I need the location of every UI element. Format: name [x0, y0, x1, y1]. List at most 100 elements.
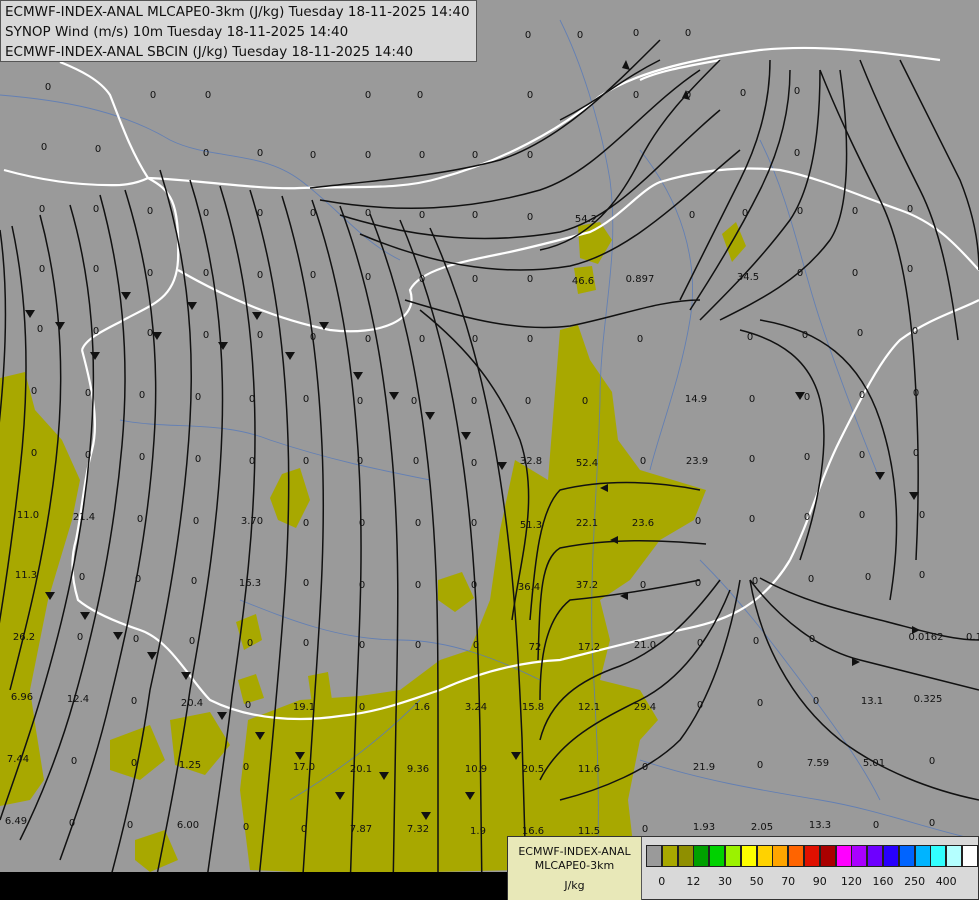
legend-tick-label: 30	[718, 875, 732, 888]
map-value: 0	[577, 30, 583, 41]
map-value: 0	[637, 334, 643, 345]
map-value: 0	[859, 510, 865, 521]
map-value: 0	[740, 88, 746, 99]
map-value: 37.2	[576, 580, 598, 591]
title-box: ECMWF-INDEX-ANAL MLCAPE0-3km (J/kg) Tues…	[0, 0, 477, 62]
map-value: 0	[804, 512, 810, 523]
map-value: 0	[808, 574, 814, 585]
map-value: 11.0	[17, 510, 39, 521]
map-value: 7.87	[350, 824, 372, 835]
map-value: 12.4	[67, 694, 89, 705]
map-value: 15.8	[522, 702, 544, 713]
map-value: 0	[365, 150, 371, 161]
map-value: 7.44	[7, 754, 29, 765]
map-value: 0	[852, 206, 858, 217]
map-value: 0	[205, 90, 211, 101]
legend-swatch	[898, 845, 915, 867]
map-value: 0	[685, 28, 691, 39]
map-value: 0	[471, 518, 477, 529]
map-value: 0	[203, 330, 209, 341]
map-value: 0	[203, 268, 209, 279]
map-value: 0	[411, 396, 417, 407]
map-value: 54.2	[575, 214, 597, 225]
map-value: 0	[41, 142, 47, 153]
map-value: 9.36	[407, 764, 429, 775]
legend-swatch	[788, 845, 805, 867]
map-value: 1.93	[693, 822, 715, 833]
legend-swatch	[851, 845, 868, 867]
map-value: 0	[689, 210, 695, 221]
map-value: 0	[685, 90, 691, 101]
cape-area-corner	[135, 830, 178, 872]
legend-swatch	[756, 845, 773, 867]
map-value: 0	[419, 334, 425, 345]
map-value: 0	[419, 274, 425, 285]
map-value: 3.24	[465, 702, 487, 713]
map-value: 72	[529, 642, 542, 653]
map-value: 0	[310, 208, 316, 219]
legend-unit: J/kg	[564, 879, 585, 892]
map-value: 0	[303, 456, 309, 467]
map-value: 0	[147, 206, 153, 217]
map-value: 0	[249, 394, 255, 405]
map-value: 0	[243, 762, 249, 773]
map-value: 0	[797, 206, 803, 217]
map-value: 0	[749, 394, 755, 405]
map-value: 0	[919, 570, 925, 581]
legend-title-line1: ECMWF-INDEX-ANAL	[518, 845, 631, 858]
map-value: 0	[359, 702, 365, 713]
map-value: 0	[582, 396, 588, 407]
map-value: 21.4	[73, 512, 95, 523]
map-value: 0	[77, 632, 83, 643]
title-line-cin: ECMWF-INDEX-ANAL SBCIN (J/kg) Tuesday 18…	[5, 44, 414, 60]
map-value: 0	[929, 756, 935, 767]
map-value: 0	[742, 208, 748, 219]
map-value: 0	[135, 574, 141, 585]
legend-swatch	[867, 845, 884, 867]
map-value: 0	[527, 274, 533, 285]
map-value: 0	[419, 210, 425, 221]
map-value: 23.6	[632, 518, 654, 529]
map-value: 1.6	[414, 702, 430, 713]
map-value: 0	[39, 204, 45, 215]
map-value: 0	[859, 390, 865, 401]
map-value: 20.4	[181, 698, 203, 709]
map-value: 0	[527, 334, 533, 345]
legend-tick-label: 90	[812, 875, 827, 888]
map-value: 0	[757, 698, 763, 709]
map-value: 0	[472, 150, 478, 161]
map-value: 0	[525, 396, 531, 407]
map-value: 0	[873, 820, 879, 831]
map-value: 0	[695, 578, 701, 589]
legend-swatch	[677, 845, 694, 867]
map-value: 0	[697, 700, 703, 711]
map-value: 0	[189, 636, 195, 647]
map-value: 0	[37, 324, 43, 335]
map-value: 0	[365, 272, 371, 283]
map-value: 0	[913, 388, 919, 399]
map-value: 0	[357, 396, 363, 407]
map-value: 0.0162	[909, 632, 944, 643]
map-value: 0	[247, 638, 253, 649]
map-value: 17.2	[578, 642, 600, 653]
map-value: 0	[794, 86, 800, 97]
map-value: 0	[127, 820, 133, 831]
map-value: 34.5	[737, 272, 759, 283]
map-value: 7.59	[807, 758, 829, 769]
map-value: 0.325	[914, 694, 943, 705]
map-value: 0	[131, 758, 137, 769]
map-value: 0	[907, 204, 913, 215]
map-value: 0	[640, 580, 646, 591]
title-line-cape: ECMWF-INDEX-ANAL MLCAPE0-3km (J/kg) Tues…	[5, 4, 470, 20]
legend-swatch	[835, 845, 852, 867]
legend-title: ECMWF-INDEX-ANAL MLCAPE0-3km J/kg	[508, 837, 642, 900]
map-value: 0	[907, 264, 913, 275]
legend-tick-label: 0	[658, 875, 666, 888]
legend-swatch	[819, 845, 836, 867]
legend-swatch	[914, 845, 931, 867]
map-value: 52.4	[576, 458, 598, 469]
map-value: 0	[357, 456, 363, 467]
map-value: 13.1	[861, 696, 883, 707]
map-value: 0	[804, 452, 810, 463]
map-canvas: 0 0 0 0 0 0 0 0 0 0 0 0 0 0 0 0 0 0 0 0 0 0 0 0 0 0 0 0 0 0 0 0 0 0 54.2 0 0…	[0, 0, 979, 900]
